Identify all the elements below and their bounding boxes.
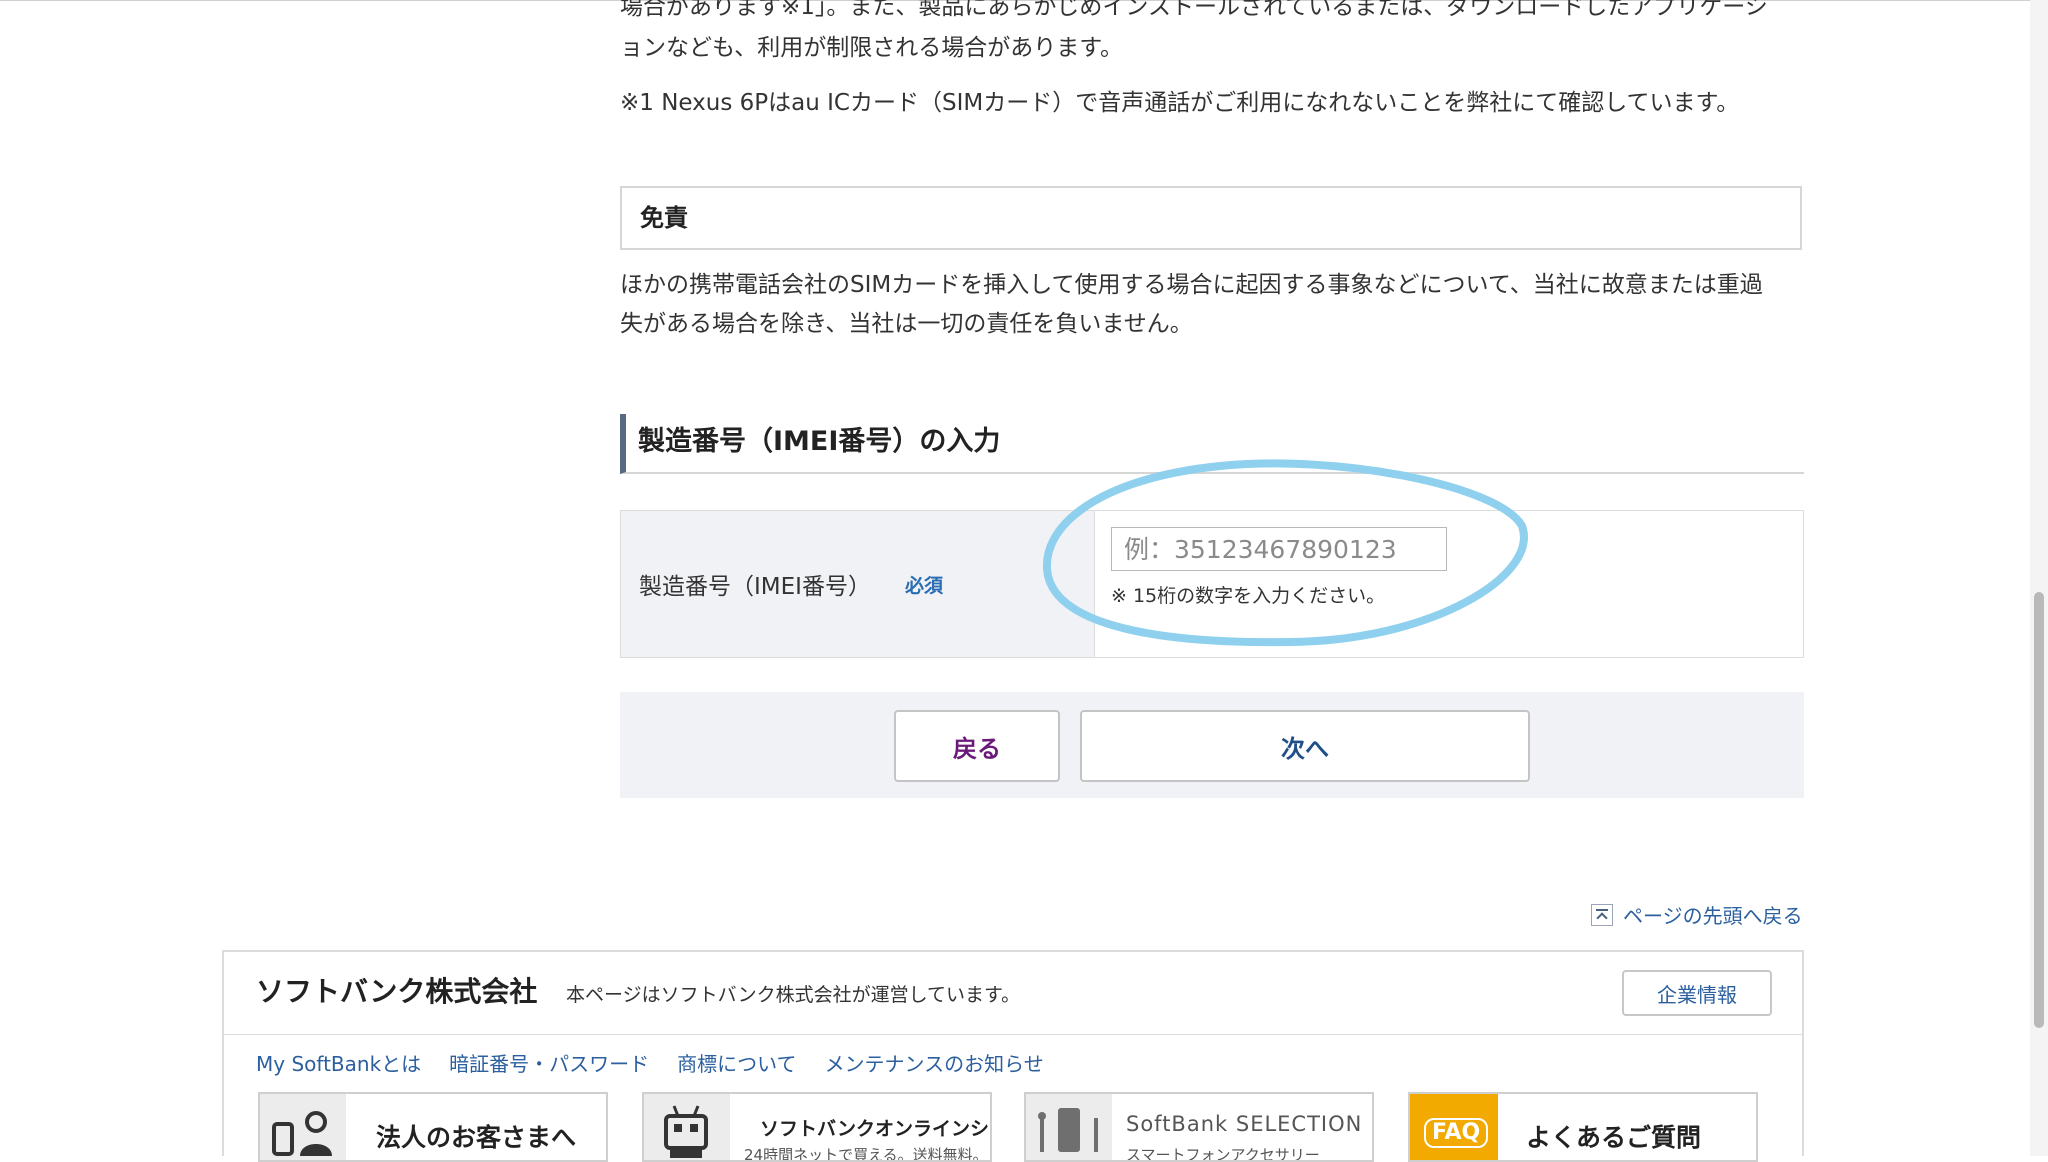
business-person-icon [260,1094,346,1160]
next-button[interactable]: 次へ [1080,710,1530,782]
imei-hint: ※ 15桁の数字を入力ください。 [1111,585,1386,607]
footer-divider [224,1034,1802,1035]
banner-subtitle: 24時間ネットで買える。送料無料。 [744,1146,988,1162]
footer-link-pin-password[interactable]: 暗証番号・パスワード [449,1048,649,1077]
arrow-to-top-icon [1591,903,1613,926]
banner-title: よくあるご質問 [1526,1123,1702,1152]
company-description: 本ページはソフトバンク株式会社が運営しています。 [566,984,1021,1006]
footer-links: My SoftBankとは 暗証番号・パスワード 商標について メンテナンスのお… [256,1048,1072,1077]
imei-label-cell: 製造番号（IMEI番号） 必須 [621,511,1095,657]
notice-text: ョンなども、利用が制限される場合があります。 [620,35,1124,61]
shop-robot-icon [644,1094,730,1160]
banner-title: ソフトバンクオンラインショップ [760,1118,990,1140]
required-badge: 必須 [904,574,943,597]
selection-brand: SoftBank SELECTION [1126,1112,1363,1136]
form-button-bar: 戻る 次へ [620,692,1804,798]
imei-input[interactable] [1111,527,1447,571]
footer-link-mysoftbank[interactable]: My SoftBankとは [256,1048,421,1077]
banner-faq[interactable]: FAQ よくあるご質問 [1408,1092,1758,1162]
banner-softbank-selection[interactable]: SoftBank SELECTION スマートフォンアクセサリー [1024,1092,1374,1162]
faq-icon: FAQ [1410,1094,1498,1160]
imei-section-heading: 製造番号（IMEI番号）の入力 [620,414,1804,474]
disclaimer-text-1: ほかの携帯電話会社のSIMカードを挿入して使用する場合に起因する事象などについて… [620,272,1763,298]
footer-link-maintenance[interactable]: メンテナンスのお知らせ [825,1048,1044,1077]
back-to-top-link[interactable]: ページの先頭へ戻る [1591,900,1803,929]
back-to-top-label: ページの先頭へ戻る [1623,904,1803,928]
scrollbar-thumb[interactable] [2034,592,2044,1028]
disclaimer-text-2: 失がある場合を除き、当社は一切の責任を負いません。 [620,311,1193,337]
banner-subtitle: スマートフォンアクセサリー [1126,1146,1320,1162]
imei-field-label: 製造番号（IMEI番号） [639,574,871,600]
banner-online-shop[interactable]: ソフトバンクオンラインショップ 24時間ネットで買える。送料無料。 [642,1092,992,1162]
imei-input-cell: ※ 15桁の数字を入力ください。 [1095,511,1803,657]
company-name: ソフトバンク株式会社 [256,975,538,1008]
back-button[interactable]: 戻る [894,710,1060,782]
banner-title: 法人のお客さまへ [376,1123,577,1152]
disclaimer-heading: 免責 [620,186,1802,250]
page-scrollbar[interactable] [2030,0,2048,1156]
notice-text-cut: 場合があります※1」。また、製品にあらかじめインストールされているまたは、ダウン… [620,0,1768,20]
corporate-info-button[interactable]: 企業情報 [1622,970,1772,1016]
site-footer: ソフトバンク株式会社 本ページはソフトバンク株式会社が運営しています。 企業情報… [222,950,1804,1162]
faq-badge: FAQ [1424,1118,1489,1148]
phone-accessory-icon [1026,1094,1112,1160]
footer-link-trademarks[interactable]: 商標について [677,1048,796,1077]
imei-form-row: 製造番号（IMEI番号） 必須 ※ 15桁の数字を入力ください。 [620,510,1804,658]
footnote-1: ※1 Nexus 6Pはau ICカード（SIMカード）で音声通話がご利用になれ… [620,90,1740,116]
banner-business-customers[interactable]: 法人のお客さまへ [258,1092,608,1162]
